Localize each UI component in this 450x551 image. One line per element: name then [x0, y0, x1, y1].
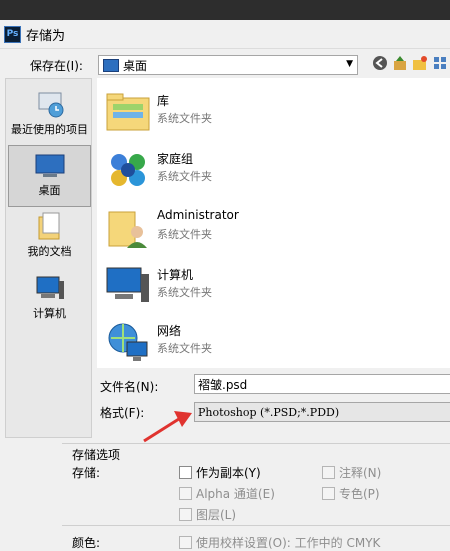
back-icon[interactable] — [372, 54, 388, 72]
file-name: 库 — [157, 94, 170, 108]
proof-setup-label: 使用校样设置(O): 工作中的 CMYK — [196, 536, 381, 550]
library-folder-icon — [105, 90, 151, 134]
place-label: 桌面 — [38, 184, 61, 197]
checkbox-box — [322, 487, 335, 500]
computer-icon — [35, 273, 65, 303]
annotation-arrow-icon — [143, 411, 192, 443]
alpha-channels-checkbox[interactable]: Alpha 通道(E) — [179, 485, 275, 502]
place-computer[interactable]: 计算机 — [8, 269, 91, 331]
checkbox-box — [179, 536, 192, 549]
checkbox-box — [179, 487, 192, 500]
annotations-checkbox[interactable]: 注释(N) — [322, 464, 381, 481]
format-select[interactable]: Photoshop (*.PSD;*.PDD) — [194, 402, 450, 422]
annotations-label: 注释(N) — [339, 466, 382, 480]
place-label: 最近使用的项目 — [11, 123, 88, 136]
up-folder-icon[interactable] — [392, 54, 408, 72]
file-type: 系统文件夹 — [157, 286, 212, 299]
save-in-value: 桌面 — [123, 58, 148, 73]
file-list: 库 系统文件夹 家庭组 系统文件夹 Administrator 系统文件夹 计算… — [97, 78, 450, 368]
divider — [62, 525, 450, 526]
save-label: 存储: — [72, 466, 101, 480]
documents-icon — [35, 211, 65, 241]
place-my-documents[interactable]: 我的文档 — [8, 207, 91, 269]
desktop-icon — [35, 150, 65, 180]
save-in-row: 保存在(I): 桌面 ▼ — [0, 52, 450, 78]
save-in-dropdown[interactable]: 桌面 ▼ — [98, 55, 358, 75]
layers-checkbox[interactable]: 图层(L) — [179, 506, 236, 523]
file-type: 系统文件夹 — [157, 228, 212, 241]
place-recent-items[interactable]: 最近使用的项目 — [8, 85, 91, 147]
desktop-mini-icon — [103, 58, 119, 72]
recent-items-icon — [35, 89, 65, 119]
view-menu-icon[interactable] — [432, 54, 448, 72]
alpha-label: Alpha 通道(E) — [196, 487, 275, 501]
color-label: 颜色: — [72, 536, 101, 550]
list-item[interactable]: Administrator 系统文件夹 — [105, 202, 435, 254]
file-name: 家庭组 — [157, 152, 194, 166]
list-item[interactable]: 网络 系统文件夹 — [105, 316, 435, 368]
list-item[interactable]: 家庭组 系统文件夹 — [105, 144, 435, 196]
computer-icon — [105, 264, 151, 308]
checkbox-box — [179, 508, 192, 521]
file-name: 计算机 — [157, 268, 194, 282]
save-options-section: 存储选项 存储: 作为副本(Y) 注释(N) Alpha 通道(E) 专色(P)… — [62, 443, 450, 551]
place-label: 计算机 — [33, 307, 66, 320]
checkbox-box — [179, 466, 192, 479]
window-title: 存储为 — [26, 28, 66, 44]
save-options-title: 存储选项 — [72, 448, 121, 462]
spot-color-checkbox[interactable]: 专色(P) — [322, 485, 380, 502]
file-type: 系统文件夹 — [157, 170, 212, 183]
place-label: 我的文档 — [27, 245, 72, 258]
as-copy-label: 作为副本(Y) — [196, 466, 261, 480]
photoshop-app-icon: Ps — [4, 25, 21, 43]
filename-input[interactable]: 褶皱.psd — [194, 374, 450, 394]
new-folder-icon[interactable] — [412, 54, 428, 72]
spot-color-label: 专色(P) — [339, 487, 380, 501]
top-dark-strip — [0, 0, 450, 20]
chevron-down-icon: ▼ — [346, 59, 353, 69]
filename-label: 文件名(N): — [100, 380, 159, 394]
place-desktop[interactable]: 桌面 — [8, 145, 91, 207]
file-type: 系统文件夹 — [157, 112, 212, 125]
places-sidebar: 最近使用的项目 桌面 我的文档 计算机 — [5, 78, 92, 438]
user-folder-icon — [105, 206, 151, 250]
save-in-label: 保存在(I): — [30, 59, 83, 73]
format-label: 格式(F): — [100, 406, 145, 420]
homegroup-icon — [105, 148, 151, 192]
as-copy-checkbox[interactable]: 作为副本(Y) — [179, 464, 261, 481]
file-name: Administrator — [157, 208, 239, 222]
title-bar: Ps 存储为 — [0, 20, 450, 49]
file-type: 系统文件夹 — [157, 342, 212, 355]
list-item[interactable]: 计算机 系统文件夹 — [105, 260, 435, 312]
checkbox-box — [322, 466, 335, 479]
file-name: 网络 — [157, 324, 182, 338]
network-icon — [105, 320, 151, 364]
list-item[interactable]: 库 系统文件夹 — [105, 86, 435, 138]
layers-label: 图层(L) — [196, 508, 237, 522]
proof-setup-checkbox[interactable]: 使用校样设置(O): 工作中的 CMYK — [179, 534, 380, 551]
nav-toolbar — [372, 54, 448, 72]
